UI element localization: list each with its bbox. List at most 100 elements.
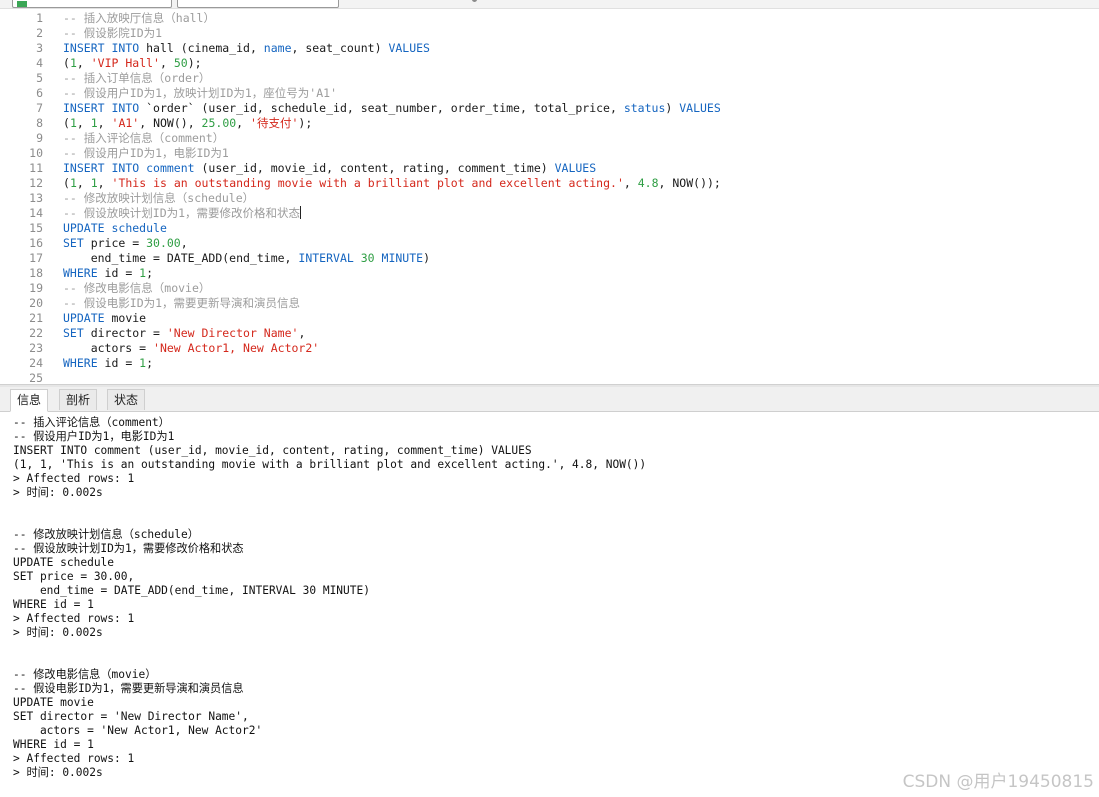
code-token: , xyxy=(97,176,112,190)
code-token: ; xyxy=(146,266,154,280)
output-line: INSERT INTO comment (user_id, movie_id, … xyxy=(13,444,532,457)
code-token: , NOW(), xyxy=(139,116,202,130)
code-line[interactable]: 18 WHERE id = 1; xyxy=(0,266,1099,281)
code-token: 4.8 xyxy=(637,176,659,190)
code-text: -- 修改电影信息（movie） xyxy=(63,281,210,296)
line-number: 25 xyxy=(29,371,43,385)
output-line: > Affected rows: 1 xyxy=(13,612,135,625)
code-line[interactable]: 16 SET price = 30.00, xyxy=(0,236,1099,251)
code-line[interactable]: 21 UPDATE movie xyxy=(0,311,1099,326)
code-line[interactable]: 2 -- 假设影院ID为1 xyxy=(0,26,1099,41)
output-line: -- 假设电影ID为1，需要更新导演和演员信息 xyxy=(13,682,244,695)
code-token: , xyxy=(97,116,112,130)
code-text: INSERT INTO comment (user_id, movie_id, … xyxy=(63,161,596,176)
code-line[interactable]: 25 xyxy=(0,371,1099,385)
code-text: -- 插入评论信息（comment） xyxy=(63,131,224,146)
toolbar-button-stop[interactable] xyxy=(177,0,339,8)
code-token: 'A1' xyxy=(111,116,140,130)
result-tabbar: 信息 剖析 状态 xyxy=(0,387,1099,412)
sql-editor[interactable]: 1 -- 插入放映厅信息（hall） 2 -- 假设影院ID为1 3 INSERT INT… xyxy=(0,9,1099,385)
code-line[interactable]: 4 (1, 'VIP Hall', 50); xyxy=(0,56,1099,71)
line-number: 13 xyxy=(29,191,43,205)
toolbar-button-run[interactable] xyxy=(12,0,172,8)
code-line[interactable]: 10 -- 假设用户ID为1，电影ID为1 xyxy=(0,146,1099,161)
code-token: INSERT INTO xyxy=(63,41,140,55)
code-line[interactable]: 13 -- 修改放映计划信息（schedule） xyxy=(0,191,1099,206)
code-line[interactable]: 19 -- 修改电影信息（movie） xyxy=(0,281,1099,296)
code-text: (1, 1, 'This is an outstanding movie wit… xyxy=(63,176,721,191)
code-text: -- 假设用户ID为1，放映计划ID为1，座位号为'A1' xyxy=(63,86,337,101)
line-number: 1 xyxy=(36,11,43,25)
code-token: , xyxy=(76,116,91,130)
code-token: 1 xyxy=(69,56,77,70)
toolbar-strip xyxy=(0,0,1099,9)
code-token: id = xyxy=(97,266,140,280)
code-line[interactable]: 23 actors = 'New Actor1, New Actor2' xyxy=(0,341,1099,356)
code-token: ); xyxy=(187,56,202,70)
code-text: INSERT INTO hall (cinema_id, name, seat_… xyxy=(63,41,430,56)
code-line[interactable]: 14 -- 假设放映计划ID为1，需要修改价格和状态 xyxy=(0,206,1099,221)
code-line[interactable]: 12 (1, 1, 'This is an outstanding movie w… xyxy=(0,176,1099,191)
code-token: end_time = DATE_ADD(end_time, xyxy=(63,251,299,265)
code-line[interactable]: 9 -- 插入评论信息（comment） xyxy=(0,131,1099,146)
code-token: 'VIP Hall' xyxy=(90,56,160,70)
code-line[interactable]: 3 INSERT INTO hall (cinema_id, name, seat… xyxy=(0,41,1099,56)
text-caret xyxy=(300,206,302,219)
tab-status[interactable]: 状态 xyxy=(107,389,146,410)
code-line[interactable]: 5 -- 插入订单信息（order） xyxy=(0,71,1099,86)
code-token: WHERE xyxy=(63,356,98,370)
line-number: 23 xyxy=(29,341,43,355)
code-token: , seat_count) xyxy=(291,41,389,55)
code-line[interactable]: 22 SET director = 'New Director Name', xyxy=(0,326,1099,341)
code-token: , xyxy=(76,56,91,70)
code-token: INTERVAL xyxy=(298,251,354,265)
code-token: -- 修改放映计划信息（schedule） xyxy=(63,191,255,205)
code-line[interactable]: 20 -- 假设电影ID为1，需要更新导演和演员信息 xyxy=(0,296,1099,311)
code-line[interactable]: 8 (1, 1, 'A1', NOW(), 25.00, '待支付'); xyxy=(0,116,1099,131)
code-text: end_time = DATE_ADD(end_time, INTERVAL 3… xyxy=(63,251,430,266)
code-text: -- 假设放映计划ID为1，需要修改价格和状态 xyxy=(63,206,302,221)
code-line[interactable]: 7 INSERT INTO `order` (user_id, schedule_… xyxy=(0,101,1099,116)
output-line: SET price = 30.00, xyxy=(13,570,135,583)
code-token: -- 假设放映计划ID为1，需要修改价格和状态 xyxy=(63,206,301,220)
tab-profile[interactable]: 剖析 xyxy=(59,389,98,410)
code-line[interactable]: 6 -- 假设用户ID为1，放映计划ID为1，座位号为'A1' xyxy=(0,86,1099,101)
code-token: 1 xyxy=(69,176,77,190)
code-token: 30.00 xyxy=(146,236,181,250)
code-line[interactable]: 11 INSERT INTO comment (user_id, movie_id… xyxy=(0,161,1099,176)
code-text: UPDATE schedule xyxy=(63,221,167,236)
code-text: -- 修改放映计划信息（schedule） xyxy=(63,191,254,206)
output-line: > 时间: 0.002s xyxy=(13,766,103,779)
line-number: 4 xyxy=(36,56,43,70)
code-line[interactable]: 15 UPDATE schedule xyxy=(0,221,1099,236)
code-token: ); xyxy=(298,116,313,130)
code-token: `order` (user_id, schedule_id, seat_numb… xyxy=(139,101,624,115)
code-token: name xyxy=(263,41,292,55)
output-line: -- 修改放映计划信息（schedule） xyxy=(13,528,199,541)
output-line: -- 假设用户ID为1，电影ID为1 xyxy=(13,430,175,443)
code-token: -- 插入放映厅信息（hall） xyxy=(63,11,215,25)
code-token: -- 修改电影信息（movie） xyxy=(63,281,211,295)
line-number: 11 xyxy=(29,161,43,175)
code-text: -- 插入订单信息（order） xyxy=(63,71,210,86)
code-text: actors = 'New Actor1, New Actor2' xyxy=(63,341,320,356)
output-line: -- 假设放映计划ID为1，需要修改价格和状态 xyxy=(13,542,244,555)
code-line[interactable]: 17 end_time = DATE_ADD(end_time, INTERVA… xyxy=(0,251,1099,266)
output-line: end_time = DATE_ADD(end_time, INTERVAL 3… xyxy=(13,584,370,597)
line-number: 3 xyxy=(36,41,43,55)
code-token: , xyxy=(180,236,188,250)
output-line: > 时间: 0.002s xyxy=(13,486,103,499)
code-token: -- 插入订单信息（order） xyxy=(63,71,211,85)
code-line[interactable]: 1 -- 插入放映厅信息（hall） xyxy=(0,11,1099,26)
code-token: price = xyxy=(83,236,147,250)
code-text: (1, 'VIP Hall', 50); xyxy=(63,56,202,71)
code-line[interactable]: 24 WHERE id = 1; xyxy=(0,356,1099,371)
line-number: 19 xyxy=(29,281,43,295)
line-number: 6 xyxy=(36,86,43,100)
code-text: SET price = 30.00, xyxy=(63,236,188,251)
line-number: 5 xyxy=(36,71,43,85)
line-number: 7 xyxy=(36,101,43,115)
code-token: UPDATE xyxy=(63,311,105,325)
tab-info[interactable]: 信息 xyxy=(10,389,49,412)
code-text: UPDATE movie xyxy=(63,311,146,326)
